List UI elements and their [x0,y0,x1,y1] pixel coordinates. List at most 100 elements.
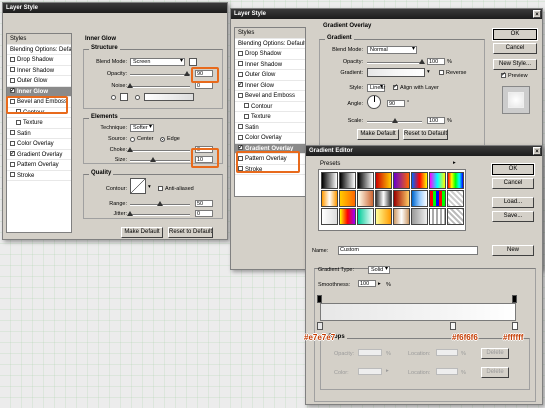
style-item-bevel-and-emboss[interactable]: Bevel and Emboss [235,91,305,102]
color-stop-left[interactable] [317,322,323,330]
style-item-satin[interactable]: Satin [235,123,305,133]
gradient-dropdown-icon[interactable]: ▾ [427,69,430,75]
name-input[interactable]: Custom [338,246,478,255]
blend-mode-select[interactable]: Normal [367,46,417,54]
opacity-slider-knob[interactable] [184,71,190,76]
technique-select[interactable]: Softer [130,124,154,132]
gradient-preset-12[interactable] [375,190,392,207]
jitter-slider[interactable] [127,211,190,216]
ok-button[interactable]: OK [492,28,538,41]
style-item-drop-shadow[interactable]: Drop Shadow [7,55,71,66]
load-button[interactable]: Load... [492,197,534,208]
gradient-preview[interactable] [367,68,425,77]
angle-input[interactable]: 90 [387,100,405,107]
style-item-texture[interactable]: Texture [7,118,71,129]
presets-menu-icon[interactable]: ▸ [453,160,456,166]
close-icon[interactable]: × [533,10,541,18]
jitter-input[interactable]: 0 [195,210,213,217]
style-item-inner-shadow[interactable]: Inner Shadow [7,66,71,76]
source-edge-radio[interactable] [160,137,165,142]
range-input[interactable]: 50 [195,200,213,207]
glow-gradient-box[interactable] [144,93,194,101]
style-item-checkbox[interactable] [10,172,15,178]
contour-preview[interactable] [130,178,146,194]
size-slider[interactable] [130,157,190,162]
gradient-preset-10[interactable] [339,190,356,207]
gradient-preset-6[interactable] [411,172,428,189]
style-item-checkbox[interactable] [10,140,15,146]
glow-color-box[interactable] [120,93,128,101]
opacity-slider[interactable] [130,71,190,76]
style-item-texture[interactable]: Texture [235,112,305,123]
style-item-satin[interactable]: Satin [7,129,71,139]
angle-dial[interactable] [367,95,381,109]
jitter-slider-knob[interactable] [127,211,133,216]
opacity-stop-left[interactable] [317,295,322,303]
range-slider[interactable] [130,201,190,206]
style-item-checkbox[interactable] [238,134,243,140]
preview-checkbox[interactable] [501,71,506,79]
smoothness-dropdown-icon[interactable]: ▸ [378,281,381,287]
gradient-preset-16[interactable] [447,190,464,207]
opacity-slider[interactable] [367,59,425,64]
save-button[interactable]: Save... [492,211,534,222]
make-default-button[interactable]: Make Default [121,227,163,238]
style-item-outer-glow[interactable]: Outer Glow [7,76,71,87]
style-item-checkbox[interactable] [238,92,243,98]
stop-location-input[interactable] [436,349,458,356]
gradient-preset-5[interactable] [393,172,410,189]
style-item-pattern-overlay[interactable]: Pattern Overlay [7,160,71,171]
delete-opacity-stop-button[interactable]: Delete [481,348,509,359]
stop-color-location-input[interactable] [436,368,458,375]
color-radio[interactable] [111,95,116,100]
style-item-color-overlay[interactable]: Color Overlay [235,133,305,144]
choke-slider-knob[interactable] [127,147,133,152]
stop-color-arrow[interactable]: ▸ [386,368,389,374]
style-item-outer-glow[interactable]: Outer Glow [235,70,305,81]
gradient-preset-3[interactable] [357,172,374,189]
gradient-preset-20[interactable] [375,208,392,225]
blending-options-item[interactable]: Blending Options: Default [7,45,71,55]
style-item-checkbox[interactable] [16,119,21,125]
style-item-checkbox[interactable] [10,87,15,96]
blend-mode-select[interactable]: Screen [130,58,185,66]
gradient-preset-24[interactable] [447,208,464,225]
style-item-checkbox[interactable] [10,67,15,73]
style-item-checkbox[interactable] [244,113,249,119]
style-item-checkbox[interactable] [10,161,15,167]
noise-input[interactable]: 0 [195,82,213,89]
style-item-inner-glow[interactable]: Inner Glow [235,81,305,91]
gradient-preset-8[interactable] [447,172,464,189]
scale-input[interactable]: 100 [427,117,445,124]
gradient-preset-17[interactable] [321,208,338,225]
style-item-checkbox[interactable] [244,103,249,109]
close-icon[interactable]: × [533,147,541,155]
styles-header[interactable]: Styles [235,28,305,39]
cancel-button[interactable]: Cancel [493,43,537,54]
source-center-radio[interactable] [130,137,135,142]
gradient-preset-22[interactable] [411,208,428,225]
scale-slider-knob[interactable] [392,118,398,123]
delete-color-stop-button[interactable]: Delete [481,367,509,378]
color-stop-right[interactable] [512,322,518,330]
window-title-bar[interactable]: Gradient Editor × [306,146,542,156]
gradient-preset-23[interactable] [429,208,446,225]
style-item-checkbox[interactable] [10,56,15,62]
reset-default-button[interactable]: Reset to Default [403,129,448,140]
cancel-button[interactable]: Cancel [492,178,534,189]
noise-slider[interactable] [127,83,190,88]
range-slider-knob[interactable] [157,201,163,206]
style-item-checkbox[interactable] [238,81,243,90]
style-item-checkbox[interactable] [238,144,243,153]
style-item-contour[interactable]: Contour [235,102,305,112]
glow-color-swatch[interactable] [189,58,197,66]
opacity-input[interactable]: 100 [427,58,445,65]
style-item-checkbox[interactable] [238,50,243,56]
style-item-gradient-overlay[interactable]: Gradient Overlay [7,150,71,160]
choke-slider[interactable] [127,147,190,152]
window-title-bar[interactable]: Layer Style × [231,9,542,19]
reverse-checkbox[interactable] [439,70,444,76]
gradient-bar[interactable] [320,303,516,321]
style-item-checkbox[interactable] [238,124,243,130]
new-button[interactable]: New [492,245,534,256]
